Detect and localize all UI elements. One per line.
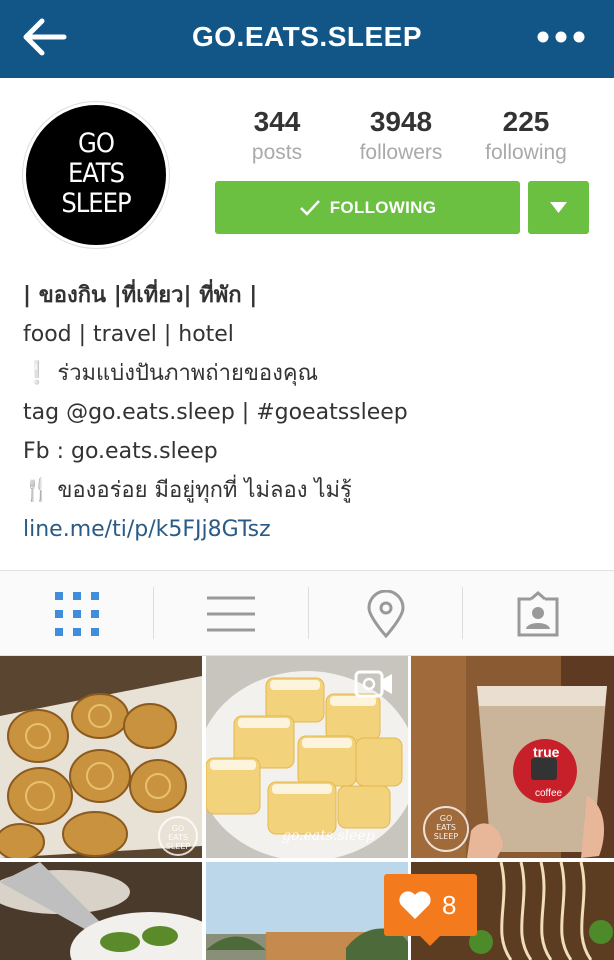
bio-line: Fb : go.eats.sleep — [23, 439, 218, 464]
top-navigation-bar: GO.EATS.SLEEP — [0, 0, 614, 78]
tab-tagged-photos[interactable] — [463, 571, 614, 655]
bio-link[interactable]: line.me/ti/p/k5FJj8GTsz — [23, 510, 603, 549]
photo-grid: GO EATS SLEEP go.eats.sleep true coffee … — [0, 656, 614, 960]
list-icon — [207, 596, 255, 632]
followers-count: 3948 — [369, 106, 433, 137]
tab-grid-view[interactable] — [0, 571, 153, 655]
photo-thumbnail[interactable]: GO EATS SLEEP — [0, 656, 202, 858]
posts-label: posts — [251, 141, 303, 164]
posts-stat[interactable]: 344 posts — [212, 104, 342, 166]
posts-count: 344 — [253, 106, 301, 137]
avatar-text-line: GO — [78, 128, 115, 159]
following-button[interactable]: FOLLOWING — [215, 181, 520, 234]
logo-line: GO — [171, 824, 185, 833]
cup-brand: true — [533, 744, 560, 760]
video-thumbnail[interactable]: go.eats.sleep — [206, 656, 408, 858]
badge-pointer — [418, 934, 442, 946]
bio-line: ❕ ร่วมแบ่งปันภาพถ่ายของคุณ — [23, 361, 318, 386]
more-dots-icon[interactable] — [536, 30, 586, 44]
logo-line: EATS — [436, 823, 456, 832]
logo-line: GO — [439, 814, 453, 823]
watermark-logo: GO EATS SLEEP — [423, 806, 469, 852]
avatar[interactable]: GO EATS SLEEP — [23, 102, 169, 248]
tagged-person-icon — [517, 591, 559, 637]
following-stat[interactable]: 225 following — [461, 104, 591, 166]
tab-list-view[interactable] — [154, 571, 307, 655]
following-count: 225 — [502, 106, 550, 137]
page-title: GO.EATS.SLEEP — [191, 21, 423, 52]
bio-line: tag @go.eats.sleep | #goeatssleep — [23, 400, 408, 425]
suggestions-dropdown-button[interactable] — [528, 181, 589, 234]
followers-stat[interactable]: 3948 followers — [336, 104, 466, 166]
photo-thumbnail[interactable]: true coffee GO EATS SLEEP — [411, 656, 614, 858]
salad-photo — [0, 862, 202, 960]
avatar-text-line: SLEEP — [61, 188, 131, 219]
video-camera-icon — [354, 670, 392, 698]
cup-sub: coffee — [535, 788, 563, 799]
logo-line: SLEEP — [433, 832, 459, 841]
like-count: 8 — [442, 890, 457, 920]
bio-line: 🍴 ของอร่อย มีอยู่ทุกที่ ไม่ลอง ไม่รู้ — [23, 478, 352, 503]
profile-bio: | ของกิน |ที่เที่ยว| ที่พัก | food | tra… — [23, 276, 603, 549]
following-button-label: FOLLOWING — [329, 197, 437, 217]
heart-icon — [399, 891, 431, 919]
photo-thumbnail[interactable] — [0, 862, 202, 960]
followers-label: followers — [359, 141, 443, 164]
checkmark-icon — [299, 199, 320, 216]
avatar-text-line: EATS — [67, 158, 125, 189]
triangle-down-icon — [550, 202, 567, 213]
following-label: following — [485, 141, 567, 164]
logo-line: EATS — [168, 833, 188, 842]
like-notification-badge[interactable]: 8 — [384, 874, 477, 936]
location-pin-icon — [367, 590, 405, 638]
bio-line: | ของกิน |ที่เที่ยว| ที่พัก | — [23, 283, 258, 308]
watermark-logo: GO EATS SLEEP — [158, 816, 198, 856]
grid-icon — [55, 592, 99, 636]
logo-line: SLEEP — [165, 842, 191, 851]
bio-line: food | travel | hotel — [23, 322, 234, 347]
building-photo — [206, 862, 408, 960]
profile-view-tabs — [0, 570, 614, 656]
watermark-text: go.eats.sleep — [282, 828, 375, 844]
photo-thumbnail[interactable] — [206, 862, 408, 960]
profile-header: GO EATS SLEEP 344 posts 3948 followers 2… — [0, 78, 614, 570]
tab-map-view[interactable] — [309, 571, 462, 655]
